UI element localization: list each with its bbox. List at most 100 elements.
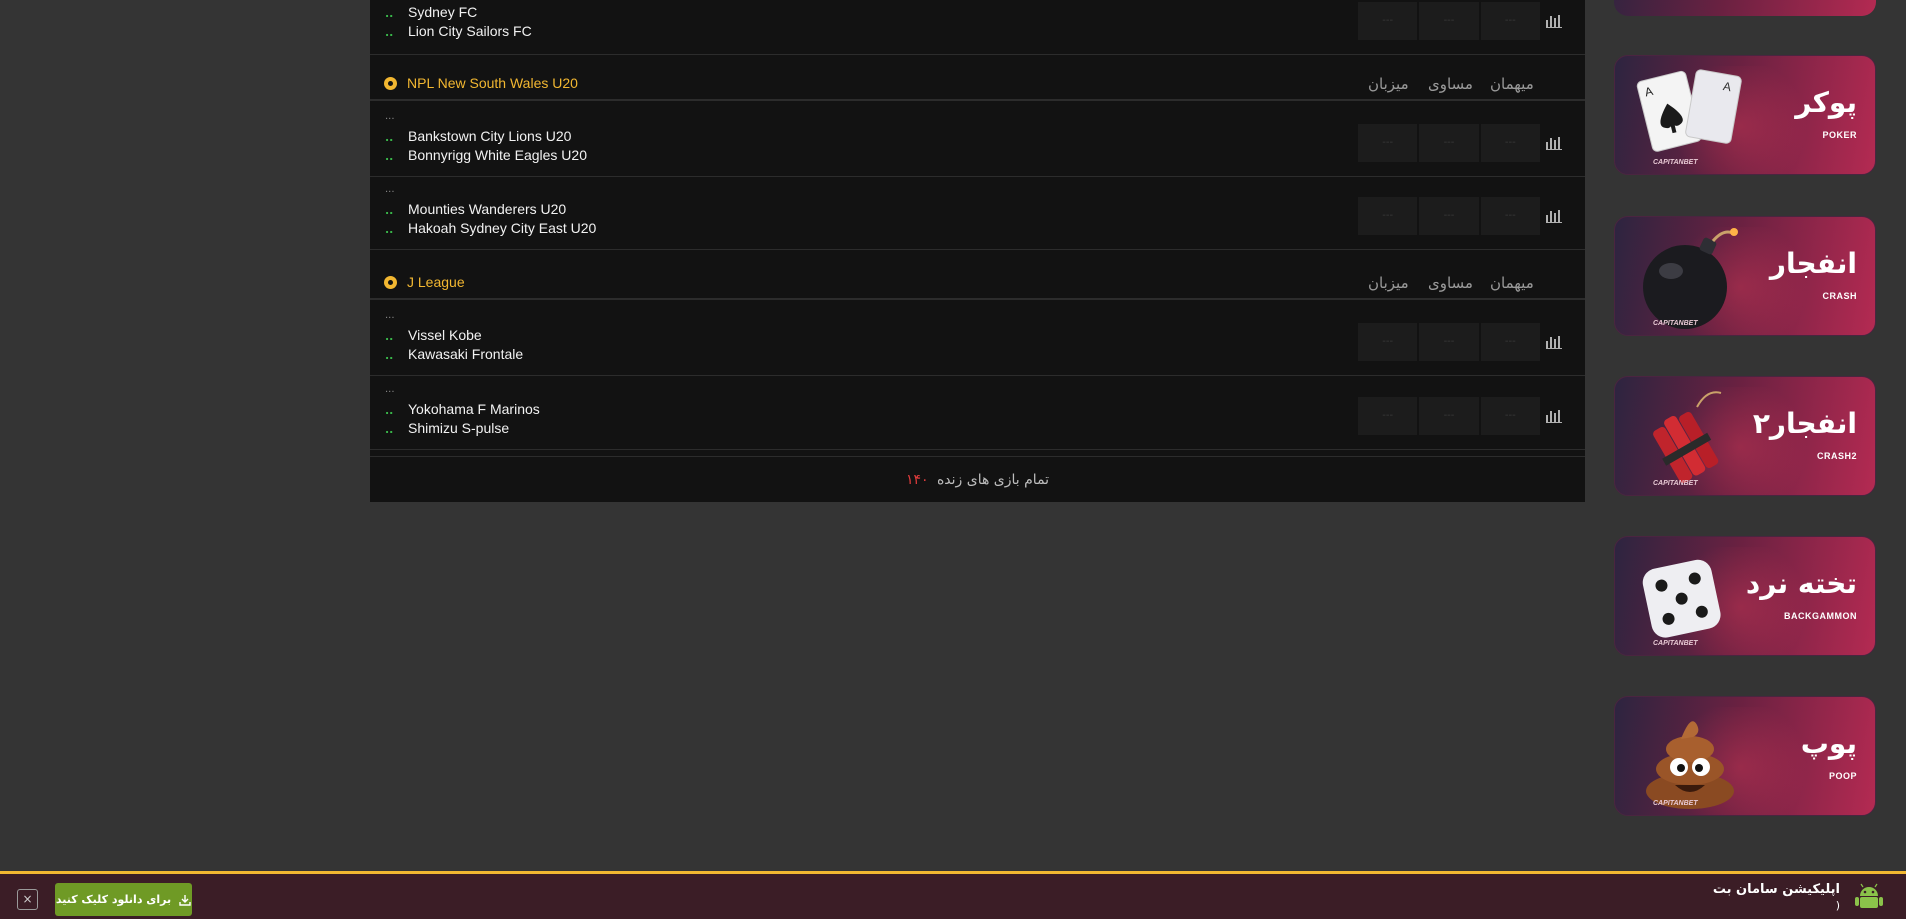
- away-team: Shimizu S-pulse: [408, 420, 510, 436]
- odd-away[interactable]: ---: [1480, 197, 1540, 235]
- away-team: Lion City Sailors FC: [408, 23, 532, 39]
- banner-subtitle: BACKGAMMON: [1784, 611, 1857, 621]
- odds-group: --- --- ---: [1358, 323, 1540, 361]
- download-label: برای دانلود کلیک کنید: [55, 893, 172, 906]
- match-row[interactable]: .. .. Sydney FC Lion City Sailors FC ---…: [370, 0, 1585, 55]
- match-row[interactable]: ... .. .. Vissel Kobe Kawasaki Frontale …: [370, 303, 1585, 376]
- col-draw: مساوی: [1428, 75, 1473, 93]
- stats-icon[interactable]: [1546, 210, 1562, 223]
- odd-away[interactable]: ---: [1480, 397, 1540, 435]
- odd-draw[interactable]: ---: [1419, 2, 1479, 40]
- away-team: Bonnyrigg White Eagles U20: [408, 147, 587, 163]
- away-score: ..: [385, 423, 394, 436]
- home-team: Sydney FC: [408, 4, 478, 20]
- odd-draw[interactable]: ---: [1419, 323, 1479, 361]
- app-subtitle: ): [1835, 899, 1840, 912]
- odds-group: --- --- ---: [1358, 2, 1540, 40]
- league-header: J League میزبان مساوی میهمان: [370, 266, 1585, 300]
- odd-home[interactable]: ---: [1358, 2, 1418, 40]
- stats-icon[interactable]: [1546, 336, 1562, 349]
- android-icon: [1855, 883, 1883, 908]
- odd-away[interactable]: ---: [1480, 323, 1540, 361]
- home-team: Yokohama F Marinos: [408, 401, 540, 417]
- soccer-ball-icon: [384, 77, 397, 90]
- odd-home[interactable]: ---: [1358, 323, 1418, 361]
- bomb-icon: [1643, 228, 1738, 329]
- app-download-bar: اپلیکیشن سامان بت ) برای دانلود کلیک کنی…: [0, 871, 1906, 919]
- banner-subtitle: POOP: [1828, 771, 1857, 781]
- match-row[interactable]: ... .. .. Bankstown City Lions U20 Bonny…: [370, 104, 1585, 177]
- match-time: ...: [385, 384, 395, 395]
- match-row[interactable]: ... .. .. Yokohama F Marinos Shimizu S-p…: [370, 377, 1585, 450]
- odd-home[interactable]: ---: [1358, 124, 1418, 162]
- banner-backgammon[interactable]: تخته نرد BACKGAMMON CAPITANBET: [1614, 536, 1876, 656]
- download-icon: [179, 894, 191, 906]
- odd-away[interactable]: ---: [1480, 124, 1540, 162]
- match-time: ...: [385, 184, 395, 195]
- col-away: میهمان: [1490, 274, 1534, 292]
- banner-title: تخته نرد: [1745, 567, 1857, 600]
- all-live-games-link[interactable]: ۱۴۰ تمام بازی های زنده: [370, 456, 1585, 502]
- odd-home[interactable]: ---: [1358, 397, 1418, 435]
- home-score: ..: [385, 131, 394, 144]
- odd-draw[interactable]: ---: [1419, 197, 1479, 235]
- banner-subtitle: POKER: [1822, 130, 1857, 140]
- banner-crash2[interactable]: انفجار۲ CRASH2 CAPITANBET: [1614, 376, 1876, 496]
- brand-logo: CAPITANBET: [1653, 800, 1698, 807]
- brand-logo: CAPITANBET: [1653, 159, 1698, 166]
- live-games-panel: .. .. Sydney FC Lion City Sailors FC ---…: [370, 0, 1585, 502]
- match-time: ...: [385, 310, 395, 321]
- banner-title: پوکر: [1795, 86, 1857, 119]
- away-score: ..: [385, 26, 394, 39]
- stats-icon[interactable]: [1546, 15, 1562, 28]
- brand-logo: CAPITANBET: [1653, 640, 1698, 647]
- odd-away[interactable]: ---: [1480, 2, 1540, 40]
- stats-icon[interactable]: [1546, 137, 1562, 150]
- home-team: Mounties Wanderers U20: [408, 201, 567, 217]
- league-name[interactable]: J League: [407, 274, 465, 290]
- poop-icon: [1646, 721, 1734, 809]
- poker-cards-icon: A A: [1636, 69, 1742, 152]
- league-name[interactable]: NPL New South Wales U20: [407, 75, 578, 91]
- home-score: ..: [385, 330, 394, 343]
- odds-group: --- --- ---: [1358, 397, 1540, 435]
- match-row[interactable]: ... .. .. Mounties Wanderers U20 Hakoah …: [370, 177, 1585, 250]
- odds-group: --- --- ---: [1358, 124, 1540, 162]
- banner-title: پوپ: [1800, 727, 1857, 760]
- col-away: میهمان: [1490, 75, 1534, 93]
- brand-logo: CAPITANBET: [1653, 320, 1698, 327]
- banner-title: انفجار۲: [1752, 407, 1857, 440]
- banner-partial-top[interactable]: [1614, 0, 1876, 16]
- banner-subtitle: CRASH2: [1816, 451, 1857, 461]
- soccer-ball-icon: [384, 276, 397, 289]
- close-button[interactable]: ×: [17, 889, 38, 910]
- away-team: Hakoah Sydney City East U20: [408, 220, 597, 236]
- away-score: ..: [385, 150, 394, 163]
- home-team: Vissel Kobe: [408, 327, 482, 343]
- dynamite-icon: [1653, 391, 1722, 484]
- page: .. .. Sydney FC Lion City Sailors FC ---…: [0, 0, 1906, 919]
- banner-poker[interactable]: A A پوکر POKER CAPITANBET: [1614, 55, 1876, 175]
- all-live-label: تمام بازی های زنده: [936, 472, 1050, 488]
- odd-draw[interactable]: ---: [1419, 124, 1479, 162]
- odd-draw[interactable]: ---: [1419, 397, 1479, 435]
- col-draw: مساوی: [1428, 274, 1473, 292]
- stats-icon[interactable]: [1546, 410, 1562, 423]
- home-score: ..: [385, 404, 394, 417]
- live-count: ۱۴۰: [905, 472, 929, 488]
- banner-subtitle: CRASH: [1822, 291, 1857, 301]
- app-title: اپلیکیشن سامان بت: [1712, 882, 1840, 897]
- download-button[interactable]: برای دانلود کلیک کنید: [55, 883, 192, 916]
- banner-poop[interactable]: پوپ POOP CAPITANBET: [1614, 696, 1876, 816]
- home-team: Bankstown City Lions U20: [408, 128, 572, 144]
- col-home: میزبان: [1368, 274, 1409, 292]
- away-score: ..: [385, 349, 394, 362]
- away-score: ..: [385, 223, 394, 236]
- dice-icon: [1642, 559, 1721, 638]
- home-score: ..: [385, 204, 394, 217]
- odd-home[interactable]: ---: [1358, 197, 1418, 235]
- col-home: میزبان: [1368, 75, 1409, 93]
- odds-group: --- --- ---: [1358, 197, 1540, 235]
- banner-crash[interactable]: انفجار CRASH CAPITANBET: [1614, 216, 1876, 336]
- brand-logo: CAPITANBET: [1653, 480, 1698, 487]
